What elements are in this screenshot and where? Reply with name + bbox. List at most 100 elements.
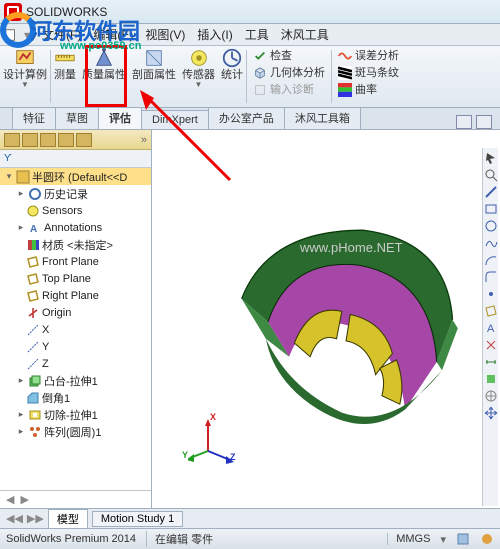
curvature-icon (338, 83, 352, 97)
tree-right-plane[interactable]: Right Plane (0, 287, 151, 304)
quick-snap-icon[interactable] (484, 389, 498, 403)
curvature-button[interactable]: 曲率 (335, 82, 402, 98)
tree-boss-extrude[interactable]: ▸凸台-拉伸1 (0, 372, 151, 389)
stats-icon (221, 47, 243, 69)
arc-tool-icon[interactable] (484, 253, 498, 267)
main-area: » ϒ ▾半圆环 (Default<<D ▸历史记录 Sensors ▸AAnn… (0, 130, 500, 508)
check-button[interactable]: 检查 (250, 48, 328, 64)
axis-icon (26, 340, 40, 354)
measure-button[interactable]: 测量 (51, 46, 79, 107)
tree-material[interactable]: 材质 <未指定> (0, 236, 151, 253)
nav-right-icon[interactable]: ▶ (20, 493, 28, 506)
command-tabs: 特征 草图 评估 DimXpert 办公室产品 沐风工具箱 (0, 108, 500, 130)
tree-sensors[interactable]: Sensors (0, 202, 151, 219)
section-icon (143, 47, 165, 69)
mass-properties-button[interactable]: 质量属性 (79, 46, 129, 107)
tree-front-plane[interactable]: Front Plane (0, 253, 151, 270)
svg-text:A: A (30, 224, 37, 235)
tree-top-plane[interactable]: Top Plane (0, 270, 151, 287)
url-watermark: www.pc0359.cn (60, 40, 142, 52)
plane-tool-icon[interactable] (484, 304, 498, 318)
tab-nav-left-icon[interactable]: ◀◀ (6, 512, 23, 525)
design-case-button[interactable]: 设计算例▼ (0, 46, 50, 107)
status-bar: SolidWorks Premium 2014 在编辑 零件 MMGS ▾ (0, 528, 500, 549)
plane-icon (26, 255, 40, 269)
annotation-icon: A (28, 221, 42, 235)
origin-icon (26, 306, 40, 320)
tree-origin[interactable]: Origin (0, 304, 151, 321)
sensor-node-icon (26, 204, 40, 218)
import-icon (253, 83, 267, 97)
annotation-arrow (130, 90, 240, 190)
tree-cut-extrude[interactable]: ▸切除-拉伸1 (0, 406, 151, 423)
dim-tool-icon[interactable] (484, 355, 498, 369)
chamfer-icon (26, 391, 40, 405)
status-icon1[interactable] (456, 532, 470, 546)
check-icon (253, 49, 267, 63)
tab-feature[interactable]: 特征 (12, 106, 56, 129)
line-tool-icon[interactable] (484, 185, 498, 199)
tree-annotations[interactable]: ▸AAnnotations (0, 219, 151, 236)
heads-up-toolbar: A (482, 148, 498, 506)
tree-pattern[interactable]: ▸阵列(圆周)1 (0, 423, 151, 440)
move-tool-icon[interactable] (484, 406, 498, 420)
tree-axis-x[interactable]: X (0, 321, 151, 338)
feature-tree-tab-icon[interactable] (4, 133, 20, 147)
axis-icon (26, 357, 40, 371)
tree-filter[interactable]: ϒ (0, 150, 151, 168)
tree-axis-y[interactable]: Y (0, 338, 151, 355)
axis-icon (26, 323, 40, 337)
status-icon2[interactable] (480, 532, 494, 546)
extrude-icon (28, 374, 42, 388)
rect-tool-icon[interactable] (484, 202, 498, 216)
arrow-tool-icon[interactable] (484, 151, 498, 165)
magnify-icon[interactable] (484, 168, 498, 182)
menu-mofeng[interactable]: 沐风工具 (275, 24, 335, 45)
design-case-icon (14, 47, 36, 69)
svg-text:A: A (487, 323, 495, 335)
error-analysis-button[interactable]: 误差分析 (335, 48, 402, 64)
display-tab-icon[interactable] (76, 133, 92, 147)
plane-icon (26, 289, 40, 303)
status-units[interactable]: MMGS (387, 533, 430, 545)
plane-icon (26, 272, 40, 286)
zebra-button[interactable]: 斑马条纹 (335, 65, 402, 81)
menu-insert[interactable]: 插入(I) (191, 24, 238, 45)
layout-icon[interactable] (456, 115, 472, 129)
nav-left-icon[interactable]: ◀ (6, 493, 14, 506)
part-icon (16, 170, 30, 184)
phome-watermark: www.pHome.NET (300, 240, 403, 255)
relation-tool-icon[interactable] (484, 372, 498, 386)
spline-tool-icon[interactable] (484, 236, 498, 250)
geometry-analysis-button[interactable]: 几何体分析 (250, 65, 328, 81)
tab-nav-right-icon[interactable]: ▶▶ (27, 512, 44, 525)
menu-tools[interactable]: 工具 (239, 24, 275, 45)
menu-view[interactable]: 视图(V) (139, 24, 191, 45)
dimxpert-tab-icon[interactable] (58, 133, 74, 147)
panel-tabs: » (0, 130, 151, 150)
point-tool-icon[interactable] (484, 287, 498, 301)
status-state: 在编辑 零件 (146, 531, 213, 547)
input-diagnosis-button[interactable]: 输入诊断 (250, 82, 328, 98)
tab-model[interactable]: 模型 (48, 509, 88, 529)
view-triad: X Y Z (188, 416, 238, 468)
property-tab-icon[interactable] (22, 133, 38, 147)
layout2-icon[interactable] (476, 115, 492, 129)
wave-icon (338, 49, 352, 63)
config-tab-icon[interactable] (40, 133, 56, 147)
tree-root[interactable]: ▾半圆环 (Default<<D (0, 168, 151, 185)
tree-axis-z[interactable]: Z (0, 355, 151, 372)
circle-tool-icon[interactable] (484, 219, 498, 233)
fillet-tool-icon[interactable] (484, 270, 498, 284)
text-tool-icon[interactable]: A (484, 321, 498, 335)
tab-sketch[interactable]: 草图 (55, 106, 99, 129)
history-icon (28, 187, 42, 201)
material-icon (26, 238, 40, 252)
tab-mofeng[interactable]: 沐风工具箱 (284, 106, 361, 129)
cut-icon (28, 408, 42, 422)
trim-tool-icon[interactable] (484, 338, 498, 352)
tree-history[interactable]: ▸历史记录 (0, 185, 151, 202)
model-render (152, 130, 500, 531)
pattern-icon (28, 425, 42, 439)
tree-chamfer[interactable]: 倒角1 (0, 389, 151, 406)
